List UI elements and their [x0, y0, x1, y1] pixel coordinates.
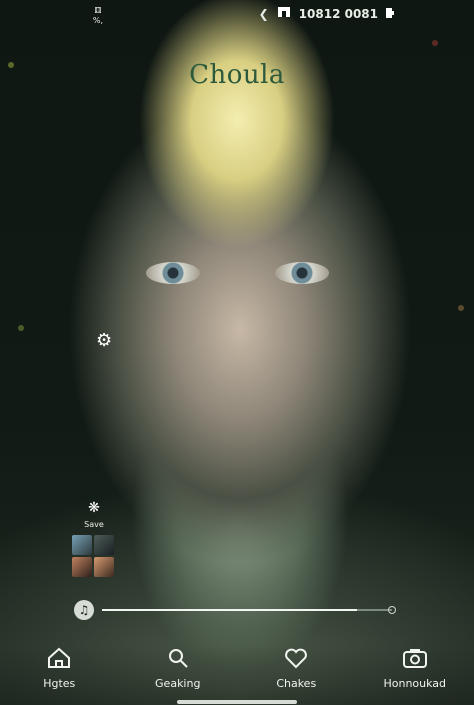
audio-icon[interactable]: ♫ — [74, 600, 94, 620]
status-left-top: ⚅ — [94, 6, 102, 15]
right-eye — [275, 262, 329, 284]
bokeh-light — [458, 305, 464, 311]
nav-item-home[interactable]: Hgtes — [14, 645, 104, 690]
back-icon[interactable]: ❮ — [259, 7, 269, 21]
progress-knob[interactable] — [388, 606, 396, 614]
thumbnail[interactable] — [72, 535, 92, 555]
thumbnail[interactable] — [94, 535, 114, 555]
save-label: Save — [84, 520, 104, 529]
home-indicator[interactable] — [177, 700, 297, 704]
save-button[interactable]: ❋ Save — [72, 500, 116, 529]
thumbnail-grid — [72, 535, 114, 577]
nav-item-label: Honnoukad — [383, 677, 447, 690]
bokeh-light — [18, 325, 24, 331]
home-icon — [14, 645, 104, 671]
left-eye — [146, 262, 200, 284]
status-left-bottom: %, — [92, 16, 104, 25]
save-icon: ❋ — [88, 500, 100, 516]
bottom-navigation: Hgtes Geaking Chakes Honnoukad — [0, 645, 474, 705]
battery-icon — [386, 7, 394, 21]
app-title: Choula — [189, 60, 285, 90]
thumbnail[interactable] — [94, 557, 114, 577]
search-icon — [133, 645, 223, 671]
nav-item-label: Chakes — [276, 677, 317, 690]
progress-fill — [102, 609, 358, 611]
camera-icon — [370, 645, 460, 671]
bokeh-light — [432, 40, 438, 46]
nav-item-search[interactable]: Geaking — [133, 645, 223, 690]
nav-item-label: Geaking — [155, 677, 201, 690]
nav-item-camera[interactable]: Honnoukad — [370, 645, 460, 690]
nav-item-label: Hgtes — [43, 677, 76, 690]
status-right: ❮ 10812 0081 — [259, 6, 394, 21]
progress-bar[interactable]: ♫ — [74, 600, 396, 620]
settings-icon[interactable]: ⚙ — [96, 330, 112, 351]
status-right-text: 10812 0081 — [298, 6, 378, 21]
progress-track[interactable] — [102, 609, 392, 611]
thumbnail[interactable] — [72, 557, 92, 577]
nav-item-likes[interactable]: Chakes — [251, 645, 341, 690]
window-icon — [277, 6, 291, 21]
heart-icon — [251, 645, 341, 671]
status-left: ⚅ %, — [88, 6, 108, 26]
